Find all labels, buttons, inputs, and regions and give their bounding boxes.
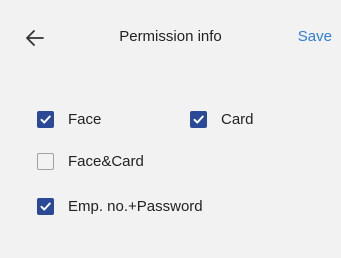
checkmark-icon — [193, 115, 204, 124]
face-and-card-checkbox[interactable] — [37, 153, 54, 170]
page-title: Permission info — [119, 28, 222, 45]
face-and-card-label: Face&Card — [68, 153, 144, 170]
permission-info-screen: Permission info Save Face Card Face&Card… — [0, 0, 341, 258]
emp-no-password-checkbox[interactable] — [37, 198, 54, 215]
checkmark-icon — [40, 202, 51, 211]
save-button[interactable]: Save — [298, 28, 332, 45]
checkmark-icon — [40, 115, 51, 124]
emp-no-password-label: Emp. no.+Password — [68, 198, 203, 215]
card-checkbox[interactable] — [190, 111, 207, 128]
option-face[interactable]: Face — [37, 111, 101, 128]
option-face-and-card[interactable]: Face&Card — [37, 153, 144, 170]
face-checkbox[interactable] — [37, 111, 54, 128]
header-bar: Permission info Save — [0, 0, 341, 74]
option-card[interactable]: Card — [190, 111, 254, 128]
face-label: Face — [68, 111, 102, 128]
card-label: Card — [221, 111, 254, 128]
option-emp-no-password[interactable]: Emp. no.+Password — [37, 198, 203, 215]
